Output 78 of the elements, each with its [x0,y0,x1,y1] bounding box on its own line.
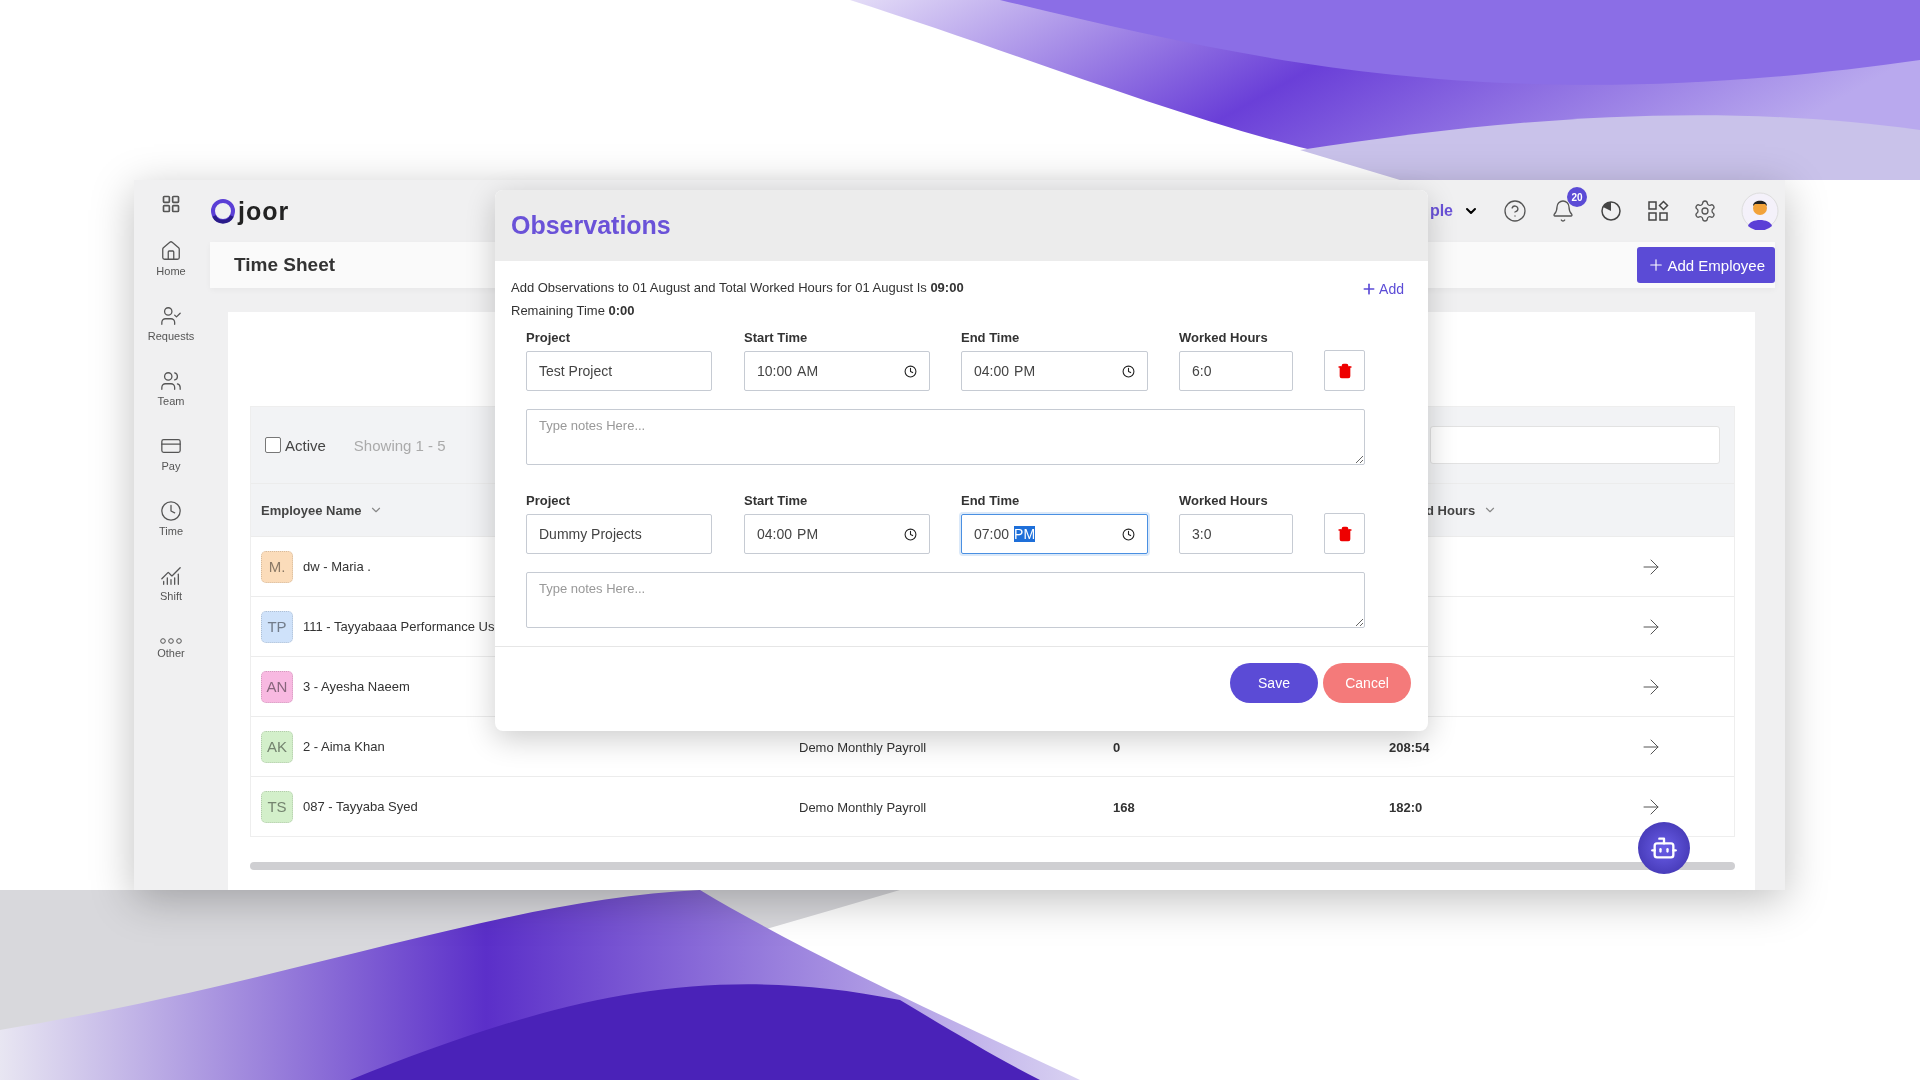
time-field[interactable]: 04:00 PM [961,351,1148,391]
remaining-time: Remaining Time 0:00 [511,302,636,320]
chart-icon [160,565,182,587]
clock-icon [904,527,917,541]
time-field[interactable]: 04:00 PM [744,514,930,554]
employee-name[interactable]: 087 - Tayyaba Syed [303,799,418,814]
table-cell: 0 [1113,739,1121,755]
add-employee-button[interactable]: Add Employee [1637,247,1775,283]
sidebar-item[interactable]: Time [158,486,183,551]
pie-chart-icon[interactable] [1599,199,1623,223]
active-checkbox[interactable]: Active [265,436,326,454]
summary-text: Add Observations to 01 August and Total Worked Hours for 01 August Is 09:00 [511,279,964,297]
more-icon [160,638,182,644]
hours-cell: 182:0 [1389,799,1423,815]
hours-cell: 208:54 [1389,739,1430,755]
field-label: Start Time [744,330,809,345]
sidebar-item[interactable]: Pay [160,421,182,486]
employee-name[interactable]: dw - Maria . [303,559,371,574]
worked-hours-field[interactable]: 6:0 [1179,351,1293,391]
field-label: Worked Hours [1179,330,1269,345]
project-field[interactable]: Dummy Projects [526,514,712,554]
home-icon [160,240,182,262]
clock-icon [160,500,182,522]
initials-avatar: AN [261,670,293,703]
search-field[interactable] [1430,426,1720,464]
employee-name[interactable]: 3 - Ayesha Naeem [303,679,410,694]
field-label: Worked Hours [1179,493,1269,508]
column-header[interactable]: Employee Name [261,502,362,518]
initials-avatar: M. [261,550,293,583]
project-field[interactable]: Test Project [526,351,712,391]
table-cell: 168 [1113,799,1135,815]
notification-count: 20 [1567,187,1587,207]
clock-icon [1122,364,1135,378]
clock-icon [904,364,917,378]
page-title: Time Sheet [234,254,336,276]
sidebar-item[interactable]: Home [156,226,186,291]
initials-avatar: AK [261,730,293,763]
delete-button[interactable] [1324,513,1365,554]
payroll-cell: Demo Monthly Payroll [799,799,927,815]
apps-icon[interactable] [1647,200,1669,222]
field-label: Start Time [744,493,809,508]
help-icon[interactable] [1503,199,1527,223]
add-link[interactable]: Add [1361,281,1404,297]
employee-name[interactable]: 111 - Tayyabaaa Performance Us [303,619,495,634]
trash-icon [1336,525,1353,542]
time-field[interactable]: 07:00 PM [961,514,1148,554]
notes-field[interactable]: Type notes Here... [526,409,1365,465]
logo-text: joor [238,196,290,226]
showing-count: Showing 1 - 5 [353,436,446,454]
delete-button[interactable] [1324,350,1365,391]
clock-icon [1122,527,1135,541]
sidebar-item[interactable]: Team [157,356,185,421]
initials-avatar: TP [261,610,293,643]
company-dropdown[interactable]: ple [1429,202,1479,220]
notes-field[interactable]: Type notes Here... [526,572,1365,628]
users-icon [160,370,182,392]
sidebar-item[interactable]: Other [157,616,185,681]
field-label: Project [526,493,572,508]
field-label: End Time [961,330,1021,345]
scrollbar[interactable] [250,862,1735,870]
logo-icon [210,198,236,224]
time-field[interactable]: 10:00 AM [744,351,930,391]
save-button[interactable]: Save [1230,663,1318,703]
sidebar-item[interactable]: Shift [160,551,182,616]
payroll-cell: Demo Monthly Payroll [799,739,927,755]
trash-icon [1336,362,1353,379]
user-avatar[interactable] [1741,192,1779,230]
modal-title: Observations [511,211,671,240]
app-launcher-icon[interactable] [161,194,181,214]
initials-avatar: TS [261,790,293,823]
employee-name[interactable]: 2 - Aima Khan [303,739,385,754]
user-check-icon [160,305,182,327]
field-label: Project [526,330,572,345]
field-label: End Time [961,493,1021,508]
sidebar-item[interactable]: Requests [147,291,195,356]
settings-icon[interactable] [1693,199,1717,223]
worked-hours-field[interactable]: 3:0 [1179,514,1293,554]
bell-icon[interactable] [1551,199,1575,223]
